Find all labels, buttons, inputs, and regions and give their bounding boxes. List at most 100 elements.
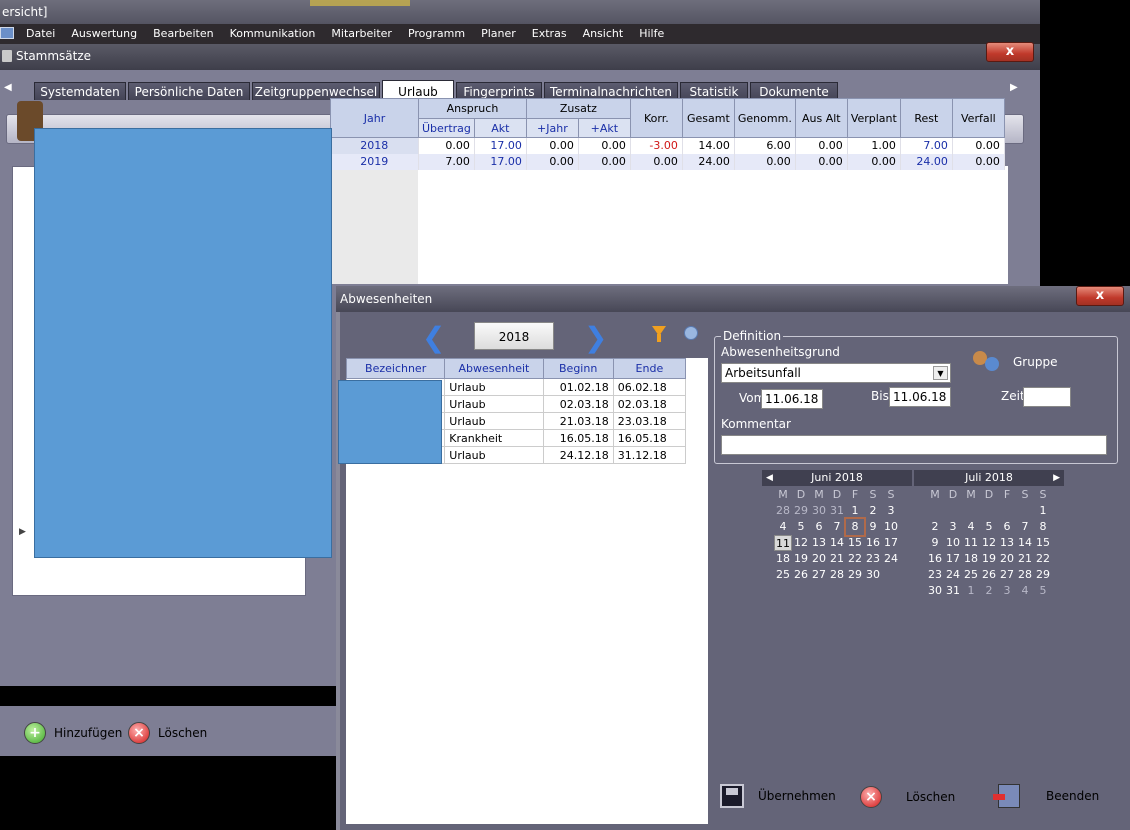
calendar-day[interactable]: 19 [792,551,810,567]
calendar-day[interactable]: 19 [980,551,998,567]
calendar-day[interactable]: 2 [864,503,882,519]
calendar-day[interactable]: 9 [926,535,944,551]
calendar-day[interactable]: 27 [810,567,828,583]
calendar-day[interactable]: 8 [1034,519,1052,535]
tab-systemdaten[interactable]: Systemdaten [34,82,126,100]
calendar-day[interactable]: 14 [1016,535,1034,551]
refresh-icon[interactable] [684,326,698,340]
col-ende[interactable]: Ende [612,358,687,379]
col-uebertrag[interactable]: Übertrag [418,118,475,138]
zeit-input[interactable] [1023,387,1071,407]
calendar-day[interactable]: 13 [810,535,828,551]
menu-planer[interactable]: Planer [481,24,516,44]
calendar-day[interactable]: 26 [792,567,810,583]
col-anspruch[interactable]: Anspruch [418,98,527,119]
calendar-day[interactable]: 17 [944,551,962,567]
col-beginn[interactable]: Beginn [542,358,614,379]
calendar-day[interactable]: 6 [810,519,828,535]
save-button[interactable]: Übernehmen [720,784,836,808]
year-next-icon[interactable]: ❯ [584,324,607,352]
calendar-day[interactable]: 6 [998,519,1016,535]
calendar-day[interactable]: 31 [828,503,846,519]
calendar-day[interactable]: 29 [792,503,810,519]
menu-programm[interactable]: Programm [408,24,465,44]
calendar-day[interactable]: 4 [962,519,980,535]
calendar-day[interactable]: 12 [792,535,810,551]
stammsaetze-close-button[interactable]: x [986,42,1034,62]
calendar-day[interactable]: 25 [962,567,980,583]
calendar-day[interactable]: 1 [962,583,980,599]
dialog-delete-button[interactable]: × Löschen [860,786,955,808]
calendar-day[interactable]: 10 [944,535,962,551]
calendar-day[interactable]: 26 [980,567,998,583]
col-zusatz[interactable]: Zusatz [525,98,631,119]
calendar-day[interactable]: 30 [864,567,882,583]
calendar-day[interactable]: 15 [1034,535,1052,551]
tab-scroll-right-icon[interactable]: ▶ [1010,82,1018,93]
tab-persoenliche-daten[interactable]: Persönliche Daten [128,82,250,100]
calendar-day[interactable]: 11 [962,535,980,551]
calendar-day[interactable]: 21 [828,551,846,567]
calendar-day[interactable]: 11 [774,535,792,551]
table-row[interactable]: 2019 7.00 17.00 0.00 0.00 0.00 24.00 0.0… [330,153,1005,170]
group-icon[interactable] [973,349,1003,377]
calendar-day[interactable]: 20 [810,551,828,567]
menu-mitarbeiter[interactable]: Mitarbeiter [331,24,392,44]
calendar-day[interactable]: 1 [1034,503,1052,519]
calendar-day[interactable]: 29 [1034,567,1052,583]
bis-input[interactable]: 11.06.18 [889,387,951,407]
delete-button[interactable]: × Löschen [128,722,207,744]
menu-extras[interactable]: Extras [532,24,567,44]
gruppe-label[interactable]: Gruppe [1013,355,1057,369]
calendar-day[interactable]: 18 [962,551,980,567]
calendar-day[interactable]: 13 [998,535,1016,551]
col-plus-jahr[interactable]: +Jahr [525,118,579,138]
calendar-day[interactable]: 31 [944,583,962,599]
calendar-next-icon[interactable]: ▶ [1053,470,1060,486]
col-bezeichner[interactable]: Bezeichner [345,358,446,379]
calendar-day[interactable]: 30 [926,583,944,599]
calendar-day[interactable]: 4 [1016,583,1034,599]
calendar-day[interactable]: 3 [944,519,962,535]
calendar-day[interactable]: 28 [774,503,792,519]
tab-scroll-left-icon[interactable]: ◀ [4,82,12,93]
menu-datei[interactable]: Datei [26,24,55,44]
menu-bearbeiten[interactable]: Bearbeiten [153,24,213,44]
calendar-day[interactable]: 10 [882,519,900,535]
calendar-day[interactable]: 22 [1034,551,1052,567]
col-gesamt[interactable]: Gesamt [681,98,735,138]
add-button[interactable]: + Hinzufügen [24,722,122,744]
calendar-day[interactable]: 3 [998,583,1016,599]
calendar-day[interactable]: 23 [864,551,882,567]
col-verplant[interactable]: Verplant [846,98,901,138]
app-menu-icon[interactable] [0,27,14,39]
calendar-day[interactable]: 16 [864,535,882,551]
calendar-day[interactable]: 5 [1034,583,1052,599]
calendar-day[interactable]: 7 [1016,519,1034,535]
menu-hilfe[interactable]: Hilfe [639,24,664,44]
expand-arrow-icon[interactable]: ▶ [19,527,26,537]
calendar-day[interactable]: 21 [1016,551,1034,567]
calendar-day[interactable]: 27 [998,567,1016,583]
calendar-day[interactable]: 3 [882,503,900,519]
calendar-day[interactable]: 1 [846,503,864,519]
calendar-day[interactable]: 5 [980,519,998,535]
col-abwesenheit[interactable]: Abwesenheit [444,358,544,379]
calendar-day[interactable]: 20 [998,551,1016,567]
calendar-day[interactable]: 28 [828,567,846,583]
year-prev-icon[interactable]: ❮ [422,324,445,352]
calendar-day[interactable]: 25 [774,567,792,583]
calendar-day[interactable]: 30 [810,503,828,519]
menu-kommunikation[interactable]: Kommunikation [230,24,316,44]
calendar-day[interactable]: 24 [944,567,962,583]
vom-input[interactable]: 11.06.18 [761,389,823,409]
col-korr[interactable]: Korr. [629,98,683,138]
calendar-day[interactable]: 9 [864,519,882,535]
calendar-day[interactable]: 17 [882,535,900,551]
chevron-down-icon[interactable]: ▼ [933,366,948,380]
col-akt[interactable]: Akt [473,118,527,138]
calendar-day[interactable]: 28 [1016,567,1034,583]
calendar-day[interactable]: 15 [846,535,864,551]
table-row[interactable]: 2018 0.00 17.00 0.00 0.00 -3.00 14.00 6.… [330,137,1005,154]
col-verfall[interactable]: Verfall [951,98,1005,138]
